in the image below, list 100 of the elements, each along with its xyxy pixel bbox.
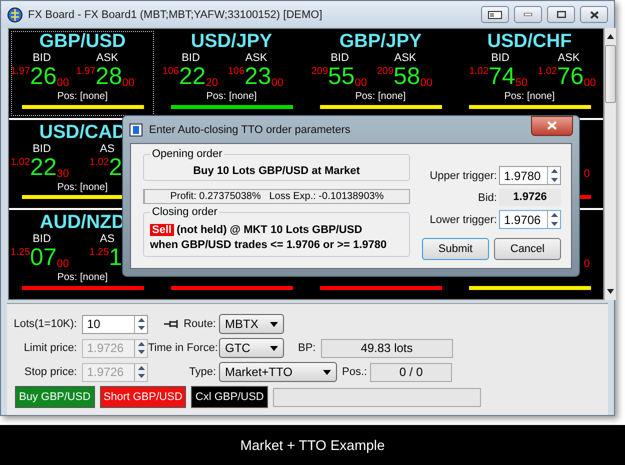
price-pips: 22: [179, 65, 206, 89]
price-fraction: 30: [56, 168, 69, 180]
price-prefix: 1.25: [10, 247, 30, 258]
currency-pair: USD/CAD: [39, 122, 126, 143]
field-label: Bid:: [477, 192, 497, 204]
price-prefix: 106: [228, 66, 245, 77]
spinner-icon[interactable]: [134, 316, 147, 332]
profit-loss-text: Profit: 0.27375038% Loss Exp.: -0.10138903%: [143, 189, 410, 204]
scrollbar[interactable]: [604, 28, 616, 300]
price-fraction: 00: [354, 78, 367, 89]
dialog-button[interactable]: Cancel: [494, 238, 561, 260]
currency-pair: GBP/USD: [39, 32, 126, 52]
price-fraction: 0: [584, 168, 591, 180]
price-prefix: 1.97: [10, 66, 30, 77]
dropdown[interactable]: MBTX: [219, 314, 284, 334]
bid-value: 1.9726: [499, 189, 561, 206]
caption-text: Market + TTO Example: [0, 425, 625, 465]
price-fraction: 00: [420, 78, 432, 89]
price-fraction: 20: [206, 78, 218, 89]
quote-label: BID: [330, 52, 349, 65]
price-prefix: 106: [162, 66, 180, 77]
position-text: Pos: [none]: [57, 272, 108, 284]
position-text: Pos: [none]: [504, 91, 555, 103]
position-text: Pos: [none]: [57, 182, 108, 194]
order-button[interactable]: Buy GBP/USD: [15, 386, 95, 408]
price-fraction: 00: [122, 78, 134, 89]
dialog-button[interactable]: Submit: [422, 238, 489, 260]
price-fraction: 00: [56, 78, 69, 89]
caret-icon: [270, 322, 278, 326]
quote-label: BID: [32, 233, 51, 246]
order-button[interactable]: Cxl GBP/USD: [191, 386, 268, 408]
position-text: Pos: [none]: [355, 91, 406, 103]
price-prefix: 1.02: [469, 66, 489, 77]
price-pips: 1: [108, 246, 122, 270]
close-icon: [590, 10, 598, 18]
quote-label: ASK: [558, 52, 580, 65]
group-legend: Opening order: [150, 148, 224, 160]
price-prefix: 209: [311, 66, 328, 77]
buying-power-field: 49.83 lots: [320, 338, 453, 358]
field-label: Lower trigger:: [428, 214, 497, 226]
number-field[interactable]: 1.9706: [499, 210, 561, 229]
sell-badge: Sell: [150, 224, 174, 236]
quote-label: ASK: [394, 52, 416, 65]
price-pips: 26: [30, 65, 57, 89]
scroll-down-icon[interactable]: [607, 289, 614, 294]
dropdown[interactable]: GTC: [219, 338, 284, 358]
quote-label: ASK: [96, 52, 118, 65]
minimize-button[interactable]: [514, 6, 542, 23]
position-text: Pos: [none]: [57, 91, 108, 103]
price-pips: 07: [30, 246, 57, 270]
currency-pair: USD/JPY: [190, 32, 272, 52]
close-button[interactable]: [531, 116, 573, 136]
price-pips: 55: [328, 65, 355, 89]
quote-label: BID: [32, 142, 51, 156]
position-field: 0 / 0: [370, 362, 452, 382]
scroll-up-icon[interactable]: [607, 34, 614, 39]
scroll-thumb[interactable]: [605, 45, 616, 103]
panel-icon: [488, 10, 502, 18]
field-label: Time in Force:: [148, 342, 218, 354]
position-text: Pos: [none]: [206, 91, 257, 103]
minimize-icon: [524, 13, 532, 16]
spinner-icon[interactable]: [547, 167, 560, 184]
field-label: Stop price:: [23, 366, 77, 378]
field-label: Pos.:: [342, 366, 368, 378]
price-pips: 22: [30, 156, 57, 180]
spinner-icon[interactable]: [547, 211, 560, 228]
price-pips: 23: [244, 65, 272, 89]
price-pips: 58: [394, 65, 420, 89]
maximize-icon: [556, 11, 566, 18]
caret-icon: [323, 370, 331, 374]
price-prefix: 1.02: [538, 66, 558, 77]
caret-icon: [270, 346, 278, 350]
price-fraction: 00: [56, 259, 69, 270]
dropdown[interactable]: Market+TTO: [219, 362, 337, 382]
price-fraction: 00: [271, 78, 284, 89]
field-label: Lots(1=10K):: [12, 318, 77, 330]
quote-label: AS: [100, 142, 115, 156]
app-icon: [7, 6, 23, 22]
order-button[interactable]: Short GBP/USD: [100, 386, 186, 408]
quote-label: BID: [182, 52, 200, 65]
group-legend: Closing order: [150, 206, 220, 218]
price-fraction: 00: [584, 78, 596, 89]
price-pips: 74: [488, 65, 516, 89]
price-prefix: 1.02: [10, 156, 30, 168]
price-prefix: 1.02: [89, 156, 109, 168]
close-button[interactable]: [580, 6, 608, 23]
currency-pair: AUD/NZD: [40, 213, 126, 234]
price-prefix: 1.97: [76, 66, 96, 77]
dock-button[interactable]: [481, 6, 509, 23]
number-field[interactable]: 10: [82, 314, 148, 334]
price-fraction: 0: [584, 259, 591, 270]
quote-label: ASK: [245, 52, 268, 65]
number-field[interactable]: 1.9780: [499, 166, 561, 185]
price-pips: 28: [96, 65, 122, 89]
opening-order-text: Buy 10 Lots GBP/USD at Market: [192, 165, 361, 177]
price-pips: 2: [108, 156, 122, 180]
field-label: BP:: [298, 342, 316, 354]
pin-icon[interactable]: [164, 319, 180, 329]
maximize-button[interactable]: [547, 6, 575, 23]
window-title: FX Board - FX Board1 (MBT;MBT;YAFW;33100152) [DEMO]: [28, 8, 324, 20]
